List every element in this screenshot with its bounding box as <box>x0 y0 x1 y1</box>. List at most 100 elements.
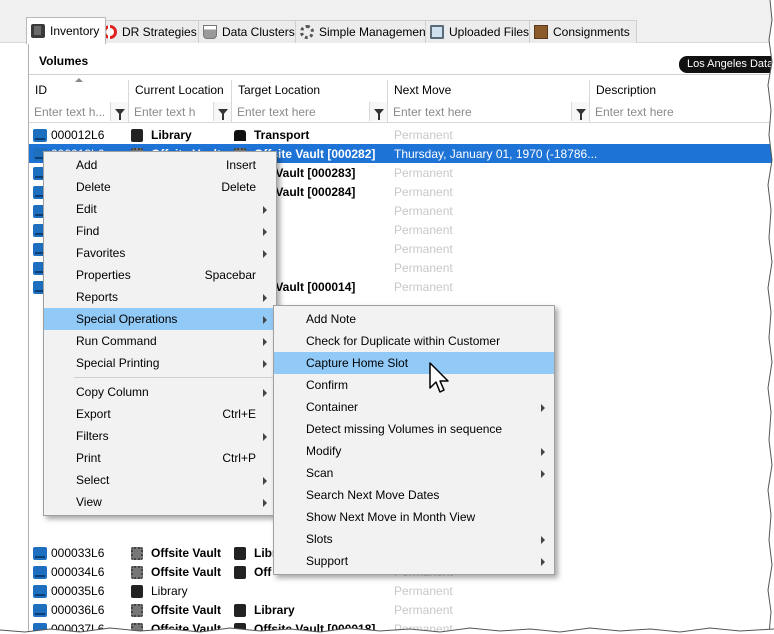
volume-icon <box>33 565 47 579</box>
tab-uploaded-files[interactable]: Uploaded Files <box>425 20 537 43</box>
monitor-icon <box>430 25 444 39</box>
menu-item-label: Copy Column <box>76 385 149 399</box>
filter-cell-id <box>29 101 129 123</box>
tab-consignments[interactable]: Consignments <box>529 20 637 43</box>
menu-item-support[interactable]: Support <box>274 550 554 572</box>
tab-dr-strategies[interactable]: DR Strategies <box>98 20 204 43</box>
menu-item-label: Print <box>76 451 101 465</box>
menu-item-slots[interactable]: Slots <box>274 528 554 550</box>
menu-item-print[interactable]: Print Ctrl+P <box>44 447 276 469</box>
menu-item-shortcut: Ctrl+P <box>222 451 256 465</box>
filter-input-next-move[interactable] <box>388 101 570 122</box>
menu-item-label: Properties <box>76 268 131 282</box>
menu-item-export[interactable]: Export Ctrl+E <box>44 403 276 425</box>
submenu-arrow-icon <box>263 228 267 236</box>
filter-input-description[interactable] <box>590 101 774 122</box>
menu-item-modify[interactable]: Modify <box>274 440 554 462</box>
column-header-next-move[interactable]: Next Move <box>388 80 590 101</box>
menu-item-run-command[interactable]: Run Command <box>44 330 276 352</box>
panel-title: Volumes <box>39 54 89 68</box>
menu-item-shortcut: Delete <box>221 180 256 194</box>
filter-input-target-location[interactable] <box>232 101 368 122</box>
box-icon <box>534 25 548 39</box>
filter-funnel-icon[interactable] <box>369 102 387 121</box>
submenu-arrow-icon <box>541 536 545 544</box>
sort-indicator-icon <box>75 78 83 82</box>
filter-funnel-icon[interactable] <box>110 102 128 121</box>
column-header-target-location[interactable]: Target Location <box>232 80 388 101</box>
menu-item-add-note[interactable]: Add Note <box>274 308 554 330</box>
menu-item-favorites[interactable]: Favorites <box>44 242 276 264</box>
column-label: ID <box>35 83 47 97</box>
tab-data-clusters[interactable]: Data Clusters <box>198 20 302 43</box>
menu-item-find[interactable]: Find <box>44 220 276 242</box>
column-header-description[interactable]: Description <box>590 80 774 101</box>
cell-current-location: Offsite Vault <box>131 545 221 561</box>
volume-id: 000033L6 <box>51 546 105 560</box>
transport-icon <box>234 129 246 141</box>
flask-icon <box>203 25 217 39</box>
column-label: Next Move <box>394 83 452 97</box>
submenu-arrow-icon <box>263 294 267 302</box>
library-icon <box>234 565 246 579</box>
special-operations-submenu: Add Note Check for Duplicate within Custo… <box>273 305 555 575</box>
torn-edge-bottom <box>0 627 774 634</box>
menu-item-filters[interactable]: Filters <box>44 425 276 447</box>
submenu-arrow-icon <box>263 433 267 441</box>
menu-item-label: Capture Home Slot <box>306 356 409 370</box>
column-header-current-location[interactable]: Current Location <box>129 80 232 101</box>
current-location-text: Offsite Vault <box>151 546 222 560</box>
menu-item-add[interactable]: Add Insert <box>44 154 276 176</box>
menu-item-search-next-move-dates[interactable]: Search Next Move Dates <box>274 484 554 506</box>
menu-item-reports[interactable]: Reports <box>44 286 276 308</box>
menu-item-special-printing[interactable]: Special Printing <box>44 352 276 374</box>
tab-simple-management[interactable]: Simple Management <box>295 20 437 43</box>
menu-item-select[interactable]: Select <box>44 469 276 491</box>
table-row[interactable]: 000035L6 Library Permanent <box>29 581 774 600</box>
cell-current-location: Library <box>131 127 192 143</box>
filter-input-id[interactable] <box>29 101 109 122</box>
menu-item-confirm[interactable]: Confirm <box>274 374 554 396</box>
volume-id: 000036L6 <box>51 603 105 617</box>
menu-item-label: Export <box>76 407 111 421</box>
cell-current-location: Offsite Vault <box>131 564 221 580</box>
menu-item-label: Add <box>76 158 98 172</box>
cell-current-location: Library <box>131 583 188 599</box>
menu-separator <box>74 377 274 378</box>
menu-item-label: Container <box>306 400 359 414</box>
menu-item-delete[interactable]: Delete Delete <box>44 176 276 198</box>
menu-item-copy-column[interactable]: Copy Column <box>44 381 276 403</box>
menu-item-check-for-duplicate-within-customer[interactable]: Check for Duplicate within Customer <box>274 330 554 352</box>
menu-item-scan[interactable]: Scan <box>274 462 554 484</box>
menu-item-label: Find <box>76 224 100 238</box>
filter-cell-next-move <box>388 101 590 123</box>
tab-label: Simple Management <box>319 25 430 39</box>
submenu-arrow-icon <box>541 448 545 456</box>
filter-funnel-icon[interactable] <box>571 102 589 121</box>
cell-target-location: Off <box>234 564 271 580</box>
target-location-text: Transport <box>254 128 310 142</box>
tab-inventory[interactable]: Inventory <box>26 17 107 44</box>
menu-item-show-next-move-in-month-view[interactable]: Show Next Move in Month View <box>274 506 554 528</box>
table-row[interactable]: 000012L6 Library Transport Permanent <box>29 125 774 144</box>
cell-next-move: Permanent <box>394 204 453 218</box>
current-location-text: Library <box>151 128 192 142</box>
menu-item-special-operations[interactable]: Special Operations <box>44 308 276 330</box>
menu-item-edit[interactable]: Edit <box>44 198 276 220</box>
menu-item-container[interactable]: Container <box>274 396 554 418</box>
filter-funnel-icon[interactable] <box>213 102 231 121</box>
column-label: Target Location <box>238 83 321 97</box>
table-row[interactable]: 000036L6 Offsite Vault Library Permanent <box>29 600 774 619</box>
cell-next-move: Permanent <box>394 223 453 237</box>
timezone-badge[interactable]: Los Angeles Data <box>679 56 774 73</box>
submenu-arrow-icon <box>263 250 267 258</box>
menu-item-properties[interactable]: Properties Spacebar <box>44 264 276 286</box>
column-header-id[interactable]: ID <box>29 80 129 101</box>
menu-item-view[interactable]: View <box>44 491 276 513</box>
filter-input-current-location[interactable] <box>129 101 213 122</box>
menu-item-capture-home-slot[interactable]: Capture Home Slot <box>274 352 554 374</box>
menu-item-label: Special Operations <box>76 312 178 326</box>
filter-cell-current-location <box>129 101 232 123</box>
menu-item-detect-missing-volumes-in-sequence[interactable]: Detect missing Volumes in sequence <box>274 418 554 440</box>
submenu-arrow-icon <box>263 389 267 397</box>
